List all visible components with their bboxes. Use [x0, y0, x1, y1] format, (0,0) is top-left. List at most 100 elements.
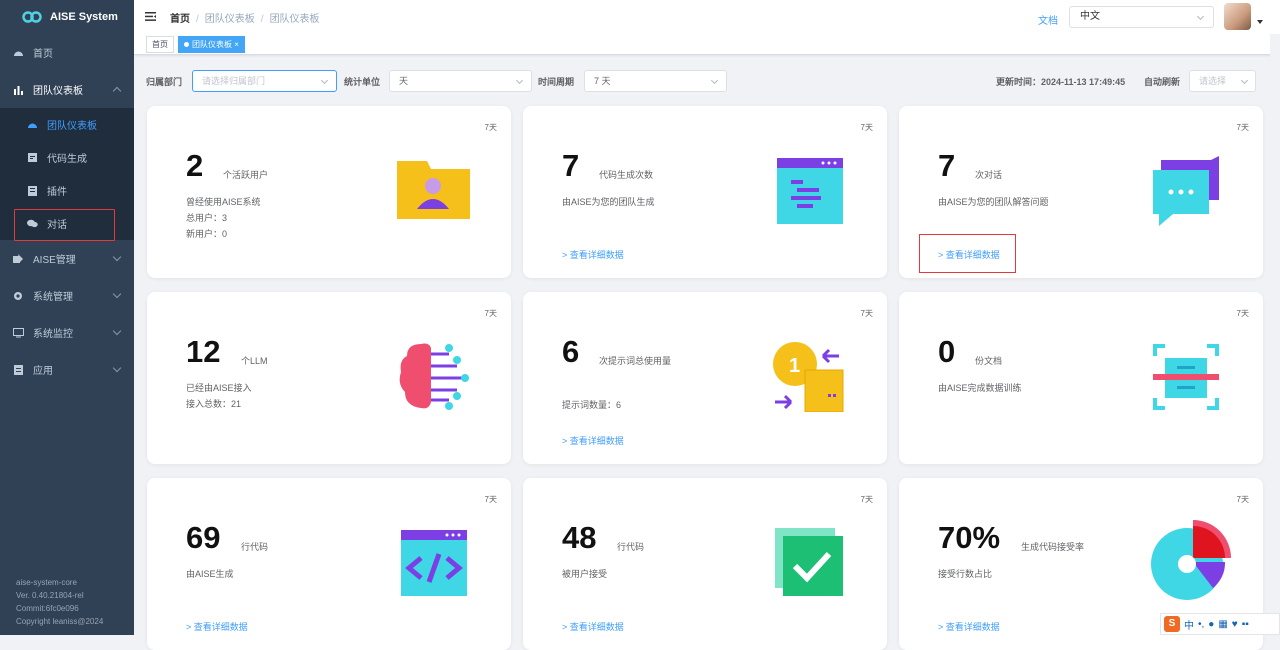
desc-line: 新用户：0 — [186, 229, 228, 239]
card-desc: 接受行数占比 — [938, 566, 992, 582]
view-details-link[interactable]: > 查看详细数据 — [562, 434, 624, 447]
dept-label: 归属部门 — [146, 77, 183, 87]
chevron-down-icon — [515, 76, 524, 85]
app-title: AISE System — [50, 11, 118, 23]
tag-home[interactable]: 首页 — [146, 35, 174, 53]
breadcrumb-home[interactable]: 首页 — [170, 14, 190, 25]
footer-line: aise-system-core — [16, 578, 77, 587]
updated-time: 更新时间：2024-11-13 17:49:45 — [996, 75, 1125, 88]
card-value: 12 — [186, 334, 221, 369]
desc-line: 由AISE生成 — [186, 569, 234, 579]
logo-icon — [22, 11, 42, 23]
sidebar-subitem-plugins[interactable]: 插件 — [0, 174, 134, 207]
navbar: 首页 / 团队仪表板 / 团队仪表板 文档 中文 — [134, 0, 1280, 34]
sidebar-item-system-monitor[interactable]: 系统监控 — [0, 314, 134, 351]
breadcrumb-item: 团队仪表板 — [204, 13, 255, 25]
card-unit: 代码生成次数 — [599, 170, 654, 180]
caret-down-icon[interactable] — [1257, 20, 1263, 24]
desc-line: 由AISE为您的团队解答问题 — [938, 197, 1049, 207]
svg-text:1: 1 — [789, 355, 800, 377]
chevron-down-icon — [112, 252, 122, 262]
card-value: 6 — [562, 334, 580, 369]
card-desc: 由AISE为您的团队生成 — [562, 194, 655, 210]
scrollbar-track[interactable] — [1270, 34, 1280, 635]
card-accepted-lines: 7天 48 行代码 被用户接受 > 查看详细数据 — [523, 478, 887, 650]
ime-mode: 中 — [1184, 620, 1194, 632]
card-llm: 7天 12 个LLM 已经由AISE接入 接入总数：21 — [147, 292, 511, 464]
dashboard-icon — [26, 119, 38, 131]
card-desc: 由AISE生成 — [186, 566, 234, 582]
card-value: 0 — [938, 334, 956, 369]
desc-line: 接受行数占比 — [938, 569, 993, 579]
refresh-select[interactable]: 请选择 — [1189, 70, 1256, 92]
footer-line: Ver. 0.40.21804-rel — [16, 591, 84, 600]
card-generated-lines: 7天 69 行代码 由AISE生成 > 查看详细数据 — [147, 478, 511, 650]
dashboard-icon — [12, 47, 24, 59]
main: 首页 / 团队仪表板 / 团队仪表板 文档 中文 首页 团队仪表板 × 归属部门 请选择… — [134, 0, 1280, 650]
tag-team-dashboard[interactable]: 团队仪表板 × — [178, 35, 245, 53]
dept-placeholder: 请选择归属部门 — [202, 76, 266, 86]
desc-line: 曾经使用AISE系统 — [186, 197, 261, 207]
gear-icon — [12, 290, 24, 302]
card-unit: 份文档 — [975, 356, 1003, 366]
card-period: 7天 — [1236, 309, 1249, 318]
card-desc: 已经由AISE接入 接入总数：21 — [186, 380, 252, 412]
card-period: 7天 — [484, 495, 497, 504]
close-icon[interactable]: × — [234, 40, 239, 49]
view-details-link[interactable]: > 查看详细数据 — [186, 620, 248, 633]
language-select[interactable]: 中文 — [1069, 6, 1214, 28]
chevron-up-icon — [112, 86, 122, 96]
tags-view: 首页 团队仪表板 × — [134, 34, 1280, 55]
card-prompts: 7天 6 次提示词总使用量 提示词数量：6 > 查看详细数据 1 — [523, 292, 887, 464]
tag-label: 团队仪表板 — [192, 39, 232, 49]
sidebar-item-home[interactable]: 首页 — [0, 34, 134, 71]
unit-select[interactable]: 天 — [389, 70, 532, 92]
avatar[interactable] — [1224, 3, 1251, 30]
document-icon — [12, 364, 24, 376]
desc-line: 由AISE完成数据训练 — [938, 383, 1022, 393]
sidebar-item-label: 代码生成 — [47, 154, 87, 165]
sidebar-item-aise-admin[interactable]: AISE管理 — [0, 240, 134, 277]
sidebar-subitem-codegen[interactable]: 代码生成 — [0, 141, 134, 174]
view-details-link[interactable]: > 查看详细数据 — [562, 620, 624, 633]
sidebar-item-system-admin[interactable]: 系统管理 — [0, 277, 134, 314]
chevron-down-icon — [112, 363, 122, 373]
card-period: 7天 — [860, 123, 873, 132]
bar-chart-icon — [12, 84, 24, 96]
chevron-down-icon — [1196, 12, 1205, 21]
ime-toolbar[interactable]: S 中 •, ● ▦ ♥ ▪▪ — [1160, 613, 1280, 635]
card-desc: 被用户接受 — [562, 566, 607, 582]
card-period: 7天 — [860, 495, 873, 504]
card-unit: 个活跃用户 — [223, 170, 269, 180]
tool-icon — [12, 253, 24, 265]
sidebar-item-team-dashboard[interactable]: 团队仪表板 — [0, 71, 134, 108]
sidebar-item-apps[interactable]: 应用 — [0, 351, 134, 388]
keyboard-icon: ▦ — [1218, 618, 1228, 630]
card-active-users: 7天 2 个活跃用户 曾经使用AISE系统 总用户：3 新用户：0 — [147, 106, 511, 278]
sidebar-item-label: AISE管理 — [33, 255, 76, 266]
docs-link[interactable]: 文档 — [1038, 12, 1058, 27]
breadcrumb-separator: / — [260, 13, 264, 25]
card-value: 2 — [186, 148, 204, 183]
refresh-label: 自动刷新 — [1144, 77, 1181, 87]
chevron-down-icon — [320, 76, 329, 85]
period-select[interactable]: 7 天 — [584, 70, 727, 92]
dept-select[interactable]: 请选择归属部门 — [192, 70, 337, 92]
view-details-link[interactable]: > 查看详细数据 — [938, 620, 1000, 633]
exchange-icon: 1 — [773, 342, 844, 412]
code-icon — [26, 152, 38, 164]
sidebar-subitem-team-dashboard[interactable]: 团队仪表板 — [0, 108, 134, 141]
grid-icon: ▪▪ — [1241, 618, 1249, 630]
card-period: 7天 — [484, 309, 497, 318]
desc-line: 提示词数量：6 — [562, 400, 622, 410]
chevron-down-icon — [710, 76, 719, 85]
user-folder-icon — [397, 161, 470, 219]
microphone-icon: ● — [1208, 618, 1215, 630]
card-desc: 由AISE完成数据训练 — [938, 380, 1022, 396]
app-logo[interactable]: AISE System — [0, 0, 134, 34]
footer-line: Copyright leaniss@2024 — [16, 617, 104, 626]
sidebar-item-label: 首页 — [33, 49, 53, 60]
card-period: 7天 — [484, 123, 497, 132]
view-details-link[interactable]: > 查看详细数据 — [562, 248, 624, 261]
hamburger-icon[interactable] — [145, 10, 156, 24]
